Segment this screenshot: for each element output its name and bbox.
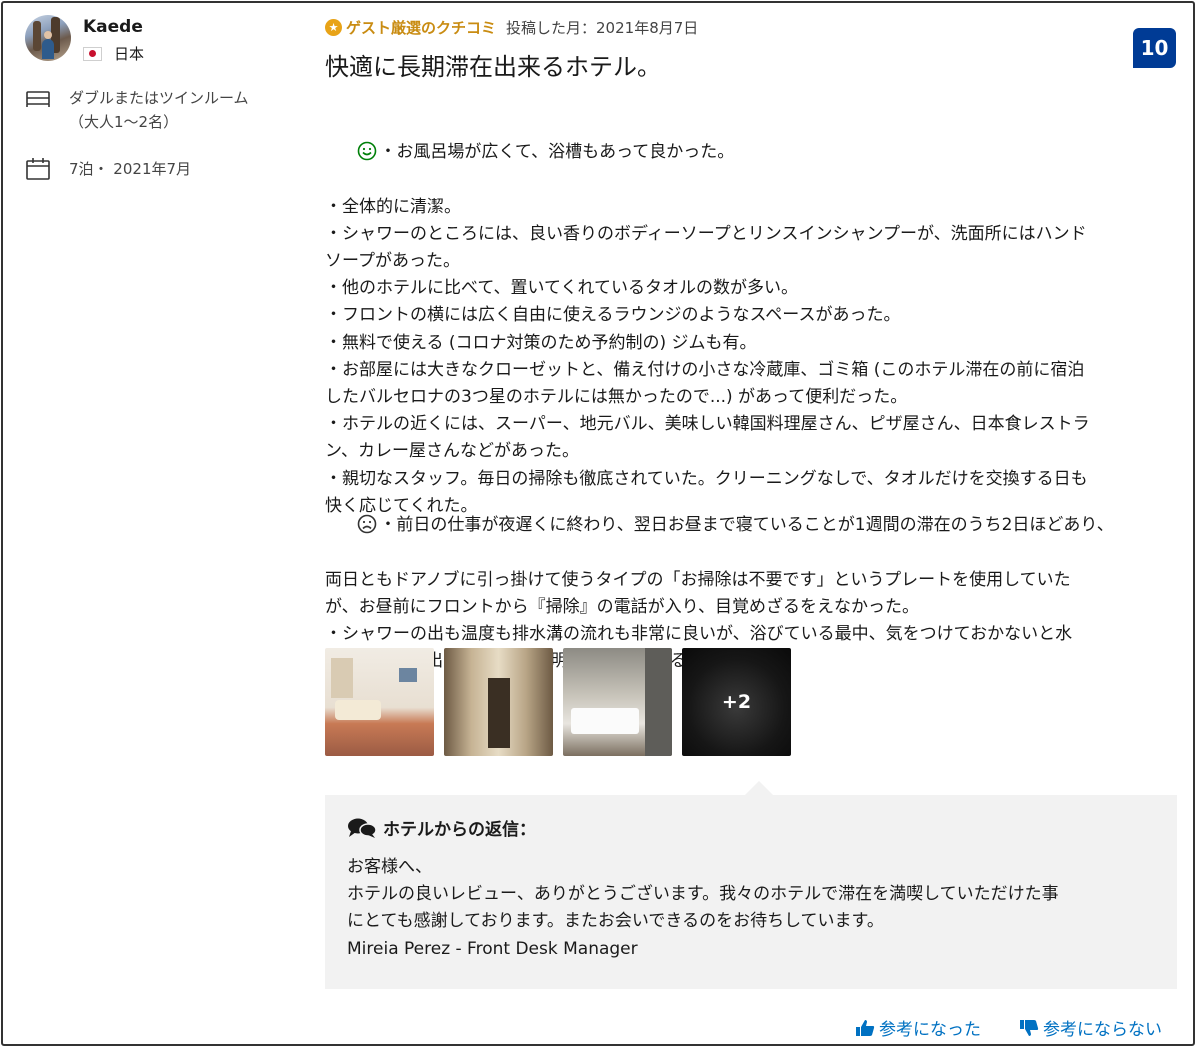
chat-bubbles-icon — [348, 818, 377, 838]
helpful-button[interactable]: 参考になった — [855, 1015, 981, 1040]
positive-line: ソープがあった。 — [325, 251, 460, 272]
positive-line: ・フロントの横には広く自由に使えるラウンジのようなスペースがあった。 — [325, 305, 901, 326]
photo-hallway[interactable] — [444, 648, 553, 756]
negative-section: ・前日の仕事が夜遅くに終わり、翌日お昼まで寝ていることが1週間の滞在のうち2日ほ… — [325, 485, 1177, 675]
positive-line: ン、カレー屋さんなどがあった。 — [325, 441, 579, 462]
reply-line: にとても感謝しております。またお会いできるのをお待ちしています。 — [347, 911, 884, 932]
stay-label: 7泊・ 2021年7月 — [69, 160, 192, 178]
positive-line: ・ホテルの近くには、スーパー、地元バル、美味しい韓国料理屋さん、ピザ屋さん、日本… — [325, 414, 1090, 435]
smile-icon — [358, 141, 377, 161]
positive-line: したバルセロナの3つ星のホテルには無かったので...) があって便利だった。 — [325, 387, 908, 408]
posted-date: 投稿した月：2021年8月7日 — [506, 19, 699, 37]
hotel-reply: ホテルからの返信： お客様へ、 ホテルの良いレビュー、ありがとうございます。我々… — [325, 795, 1177, 989]
review-card: Kaede 日本 ダブルまたはツインルーム （大人1〜2名） 7泊・ 2021年… — [1, 1, 1195, 1046]
room-type-label: ダブルまたはツインルーム （大人1〜2名） — [69, 89, 249, 131]
japan-flag-icon — [83, 46, 102, 61]
positive-line: ・全体的に清潔。 — [325, 196, 461, 217]
positive-line: ・お部屋には大きなクローゼットと、備え付けの小さな冷蔵庫、ゴミ箱 (このホテル滞… — [325, 359, 1085, 380]
reply-heading: ホテルからの返信： — [347, 815, 1155, 840]
positive-line: ・無料で使える (コロナ対策のため予約制の) ジムも有。 — [325, 332, 757, 353]
photo-more[interactable]: +2 — [682, 648, 791, 756]
thumbs-down-icon — [1020, 1019, 1039, 1036]
more-photos-count: +2 — [721, 691, 752, 713]
photo-living-room[interactable] — [325, 648, 434, 756]
featured-badge: ゲスト厳選のクチコミ — [346, 19, 497, 37]
score-badge: 10 — [1133, 28, 1176, 68]
negative-line: 両日ともドアノブに引っ掛けて使うタイプの「お掃除は不要です」というプレートを使用… — [325, 569, 1071, 590]
frown-icon — [358, 514, 377, 534]
thumbs-up-icon — [856, 1019, 875, 1036]
reviewer-country: 日本 — [83, 43, 144, 64]
negative-line: が、お昼前にフロントから『掃除』の電話が入り、目覚めざるをえなかった。 — [325, 596, 919, 617]
reply-line: ホテルの良いレビュー、ありがとうございます。我々のホテルで滞在を満喫していただけ… — [347, 884, 1059, 905]
star-icon: ★ — [325, 19, 342, 36]
calendar-icon — [26, 158, 50, 180]
reply-heading-label: ホテルからの返信： — [383, 820, 536, 840]
stay-info: 7泊・ 2021年7月 — [25, 157, 191, 181]
country-label: 日本 — [114, 45, 145, 63]
review-title: 快適に長期滞在出来るホテル。 — [325, 53, 661, 81]
negative-line: ・シャワーの出も温度も排水溝の流れも非常に良いが、浴びている最中、気をつけておか… — [325, 624, 1073, 645]
reviewer-name: Kaede — [83, 17, 143, 37]
reply-pointer — [745, 781, 773, 795]
reply-line: お客様へ、 — [347, 857, 432, 877]
reply-line: Mireia Perez - Front Desk Manager — [347, 938, 638, 959]
negative-line-text: ・前日の仕事が夜遅くに終わり、翌日お昼まで寝ていることが1週間の滞在のうち2日ほ… — [379, 515, 1114, 536]
review-photos: +2 — [325, 648, 801, 756]
positive-section: ・お風呂場が広くて、浴槽もあって良かった。 ・全体的に清潔。 ・シャワーのところ… — [325, 112, 1177, 520]
helpful-label: 参考になった — [879, 1020, 981, 1040]
positive-line: ・シャワーのところには、良い香りのボディーソープとリンスインシャンプーが、洗面所… — [325, 223, 1087, 244]
not-helpful-label: 参考にならない — [1043, 1020, 1162, 1040]
positive-line-text: ・お風呂場が広くて、浴槽もあって良かった。 — [379, 142, 735, 163]
positive-line: ・他のホテルに比べて、置いてくれているタオルの数が多い。 — [325, 278, 798, 299]
room-type: ダブルまたはツインルーム （大人1〜2名） — [25, 86, 249, 134]
reply-body: お客様へ、 ホテルの良いレビュー、ありがとうございます。我々のホテルで滞在を満喫… — [347, 854, 1155, 963]
negative-line: ・前日の仕事が夜遅くに終わり、翌日お昼まで寝ていることが1週間の滞在のうち2日ほ… — [325, 485, 1177, 567]
review-meta: ★ ゲスト厳選のクチコミ 投稿した月：2021年8月7日 — [325, 17, 698, 38]
not-helpful-button[interactable]: 参考にならない — [1019, 1015, 1162, 1040]
positive-line: ・お風呂場が広くて、浴槽もあって良かった。 — [325, 112, 1177, 194]
bed-icon — [26, 91, 50, 107]
avatar[interactable] — [25, 15, 71, 61]
photo-bedroom[interactable] — [563, 648, 672, 756]
